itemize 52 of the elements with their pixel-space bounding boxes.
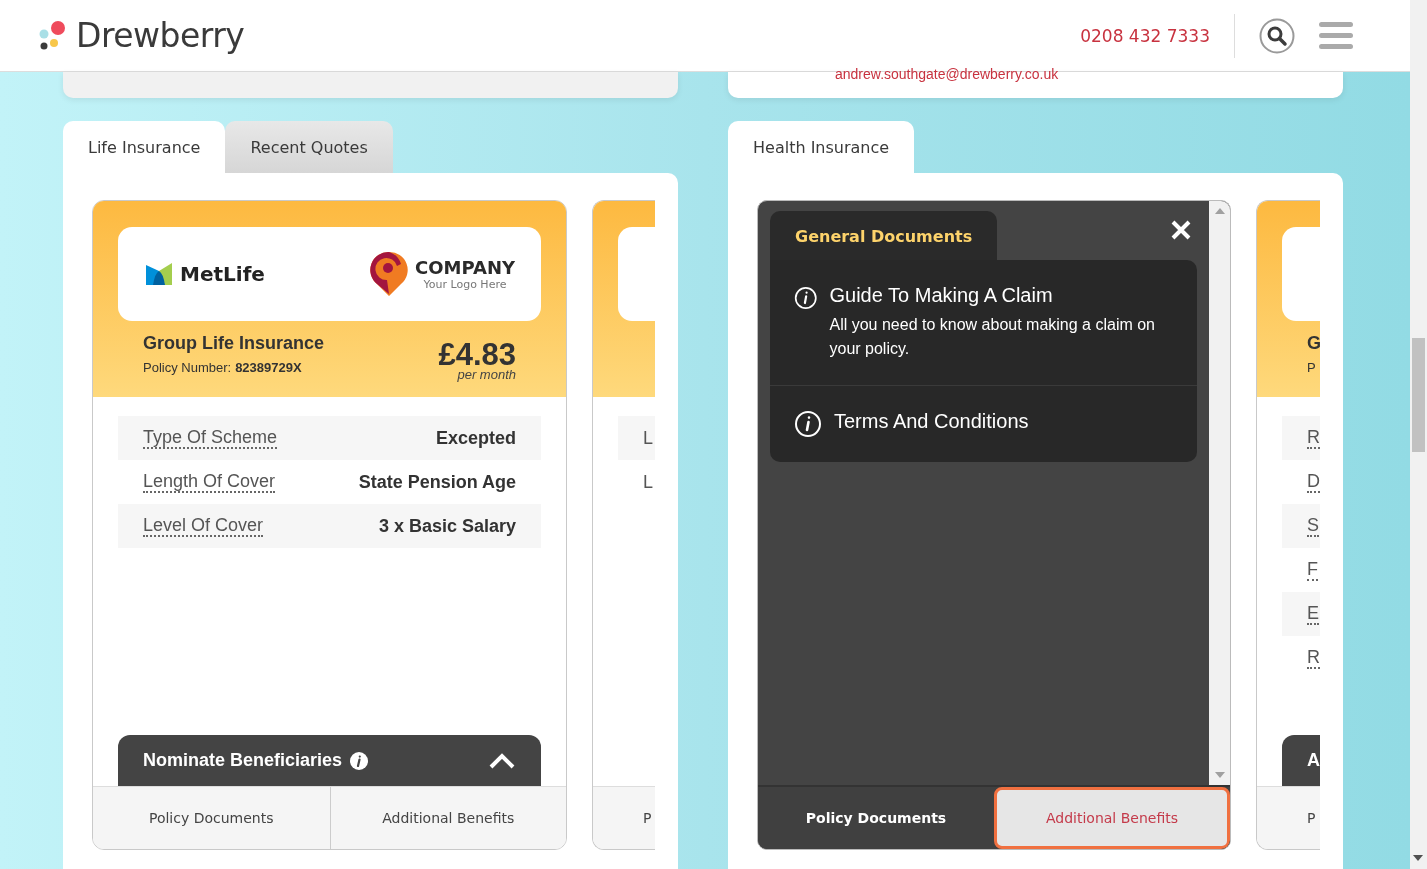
product-title: G: [1307, 333, 1320, 354]
location-pin-icon: [369, 250, 409, 298]
row-label[interactable]: R: [1307, 647, 1320, 669]
tab[interactable]: Life Insurance: [63, 121, 226, 173]
row-label: L: [643, 472, 653, 492]
row-value: 3 x Basic Salary: [378, 515, 516, 537]
row-label[interactable]: D: [1307, 471, 1320, 493]
row-label: L: [643, 428, 653, 448]
footer-tab[interactable]: Policy Documents: [93, 787, 330, 849]
info-icon[interactable]: [350, 751, 369, 770]
info-icon[interactable]: [794, 284, 818, 312]
scrollbar[interactable]: [1410, 0, 1427, 869]
footer-tab[interactable]: Additional Benefits: [994, 787, 1230, 849]
document-link[interactable]: Guide To Making A Claim: [829, 284, 1173, 307]
row-label[interactable]: Level Of Cover: [143, 515, 264, 537]
document-description: All you need to know about making a claim on your policy.: [829, 315, 1156, 359]
expander-title: Nominate Beneficiaries: [143, 750, 343, 771]
scrollbar-thumb[interactable]: [1412, 338, 1425, 452]
row-label[interactable]: F: [1307, 559, 1318, 581]
scroll-down-icon[interactable]: [1413, 855, 1423, 861]
footer-tab[interactable]: Policy Documents: [758, 787, 994, 849]
company-name: COMPANY: [415, 257, 515, 278]
expander-title: A: [1307, 750, 1320, 771]
row-label[interactable]: S: [1307, 515, 1319, 537]
policy-number: 82389729X: [235, 360, 302, 375]
close-icon[interactable]: [1170, 219, 1192, 241]
documents-tab[interactable]: General Documents: [770, 211, 998, 260]
tab[interactable]: Health Insurance: [728, 121, 915, 173]
row-value: State Pension Age: [358, 471, 516, 493]
expander-header[interactable]: Nominate Beneficiaries: [118, 735, 541, 786]
company-tagline: Your Logo Here: [423, 278, 507, 291]
footer-tab[interactable]: P: [1307, 810, 1316, 826]
row-value: Excepted: [435, 427, 516, 449]
document-link[interactable]: Terms And Conditions: [834, 410, 1029, 433]
brand-name[interactable]: Drewberry: [76, 16, 245, 55]
metlife-logo-icon: [146, 263, 172, 285]
tab[interactable]: Recent Quotes: [225, 121, 393, 173]
phone-link[interactable]: 0208 432 7333: [1080, 25, 1210, 46]
row-label[interactable]: Length Of Cover: [143, 471, 276, 493]
chevron-up-icon[interactable]: [488, 751, 516, 770]
expander-header[interactable]: A: [1282, 735, 1320, 786]
info-icon[interactable]: [794, 410, 822, 438]
insurer-name: MetLife: [180, 262, 265, 286]
row-label[interactable]: R: [1307, 427, 1320, 449]
product-title: Group Life Insurance: [143, 333, 325, 354]
policy-label: Policy Number:: [143, 360, 232, 375]
policy-label: P: [1307, 360, 1317, 375]
footer-tab[interactable]: P: [643, 810, 652, 826]
search-icon[interactable]: [1259, 17, 1295, 54]
row-label[interactable]: Type Of Scheme: [143, 427, 278, 449]
row-label[interactable]: E: [1307, 603, 1319, 625]
footer-tab[interactable]: Additional Benefits: [329, 787, 566, 849]
